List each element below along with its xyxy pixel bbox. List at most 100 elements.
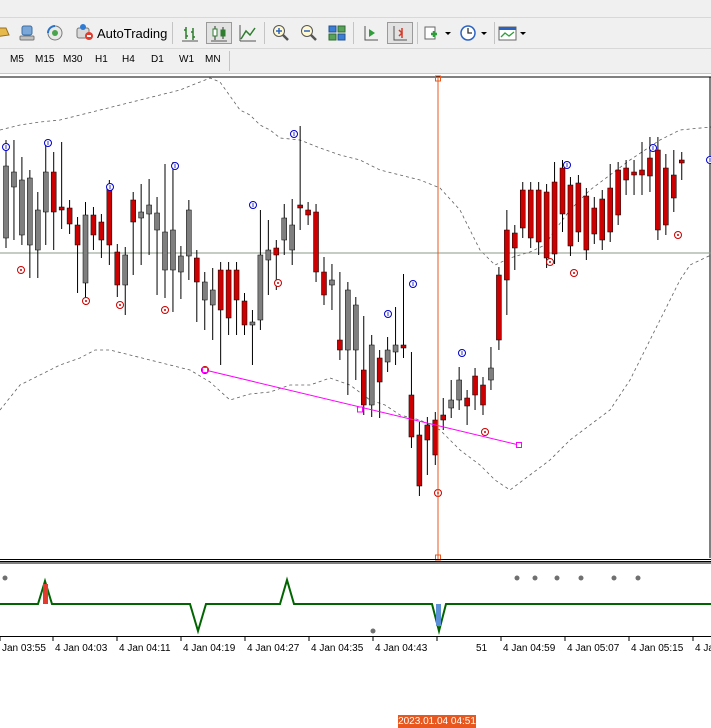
fractal-up-marker (3, 144, 10, 151)
timeframe-m5[interactable]: M5 (10, 54, 24, 65)
time-label: 4 Jan 04:43 (375, 643, 428, 654)
candle-body (417, 435, 422, 486)
candle-body (337, 340, 342, 350)
fractal-up-marker (385, 311, 392, 318)
candle (568, 177, 573, 256)
tile-windows-icon[interactable] (325, 22, 349, 44)
candle-body (83, 215, 88, 283)
candle-body (624, 168, 629, 180)
zoom-in-icon[interactable] (269, 22, 293, 44)
templates-icon[interactable] (497, 22, 529, 44)
candle-body (242, 301, 247, 325)
fractal-up-marker (564, 162, 571, 169)
candle-body (632, 172, 637, 175)
fractal-up-marker (459, 350, 466, 357)
timeframe-h4[interactable]: H4 (122, 54, 135, 65)
timeframe-w1[interactable]: W1 (179, 54, 194, 65)
candle-body (353, 305, 358, 350)
candle-body (282, 218, 287, 240)
fractal-down-marker (117, 302, 124, 309)
timeframe-m15[interactable]: M15 (35, 54, 54, 65)
fractal-up-marker (250, 202, 257, 209)
time-label: 4 Jan 04:27 (247, 643, 300, 654)
candle-body (465, 398, 470, 406)
signals-icon[interactable] (16, 22, 38, 44)
candle-body (600, 199, 605, 240)
candle-body (178, 256, 183, 272)
candle-body (528, 190, 533, 238)
candle (496, 267, 501, 350)
candle-body (361, 370, 366, 405)
candle-body (139, 212, 144, 218)
auto-scroll-icon[interactable] (359, 22, 383, 44)
candle (528, 182, 533, 248)
candle-body (4, 166, 9, 238)
candle-body (67, 208, 72, 224)
toolbar-separator (353, 22, 354, 44)
fractal-up-marker (650, 145, 657, 152)
timeframe-mn[interactable]: MN (205, 54, 221, 65)
candle-body (19, 180, 24, 235)
chart-window[interactable]: Jan 03:554 Jan 04:034 Jan 04:114 Jan 04:… (0, 74, 711, 659)
candle-body (393, 345, 398, 352)
candle (584, 188, 589, 260)
candle (544, 184, 549, 268)
chat-icon[interactable] (0, 22, 10, 44)
candle-body (496, 275, 501, 340)
candle-body (163, 232, 168, 270)
candle-body (663, 168, 668, 225)
candle-body (306, 210, 311, 215)
candle-body (552, 182, 557, 254)
price-chart[interactable]: Jan 03:554 Jan 04:034 Jan 04:114 Jan 04:… (0, 74, 711, 659)
fractal-up-marker (172, 163, 179, 170)
candle-body (314, 212, 319, 272)
timeframe-d1[interactable]: D1 (151, 54, 164, 65)
time-label-partial: 51 (476, 643, 488, 654)
market-watch-icon[interactable] (44, 22, 66, 44)
candle-body (266, 250, 271, 260)
timeframe-h1[interactable]: H1 (95, 54, 108, 65)
candle (655, 137, 660, 240)
indicator-pane[interactable] (0, 563, 711, 635)
autotrading-label: AutoTrading (97, 26, 167, 41)
pane-separator[interactable] (0, 560, 711, 562)
candle-body (274, 248, 279, 255)
candle-body (473, 376, 478, 395)
indicators-icon[interactable] (422, 22, 454, 44)
candle-body (385, 350, 390, 362)
line-chart-icon[interactable] (236, 22, 260, 44)
periods-icon[interactable] (458, 22, 490, 44)
candle-body (115, 252, 120, 285)
candle-body (481, 385, 486, 405)
zoom-out-icon[interactable] (297, 22, 321, 44)
candle-body (560, 168, 565, 214)
candle-body (147, 205, 152, 214)
candle-body (59, 207, 64, 210)
fractal-down-marker (482, 429, 489, 436)
candle-body (425, 425, 430, 440)
chart-shift-icon[interactable] (387, 22, 413, 44)
time-label: 4 Jan 05:07 (567, 643, 620, 654)
candle-body (520, 190, 525, 228)
indicator-marker (555, 576, 560, 581)
indicator-marker (636, 576, 641, 581)
fractal-down-dot (484, 431, 486, 433)
candle-body (107, 188, 112, 245)
bar-chart-icon[interactable] (178, 22, 202, 44)
timeframes-toolbar: M5 M15 M30 H1 H4 D1 W1 MN (0, 49, 711, 74)
indicator-marker (3, 576, 8, 581)
candle-body (226, 270, 231, 318)
candle-body (218, 270, 223, 310)
time-label: 4 Jan 05:15 (631, 643, 684, 654)
timeframe-m30[interactable]: M30 (63, 54, 82, 65)
trendline-handle (203, 368, 208, 373)
indicator-marker (579, 576, 584, 581)
candlestick-icon[interactable] (206, 22, 232, 44)
candle-body (568, 185, 573, 246)
time-label: 4 Jan 05 (695, 643, 711, 654)
autotrading-button[interactable]: AutoTrading (72, 22, 168, 44)
fractal-down-dot (677, 234, 679, 236)
candle (369, 335, 374, 417)
fractal-up-marker (291, 131, 298, 138)
candle-body (322, 272, 327, 295)
